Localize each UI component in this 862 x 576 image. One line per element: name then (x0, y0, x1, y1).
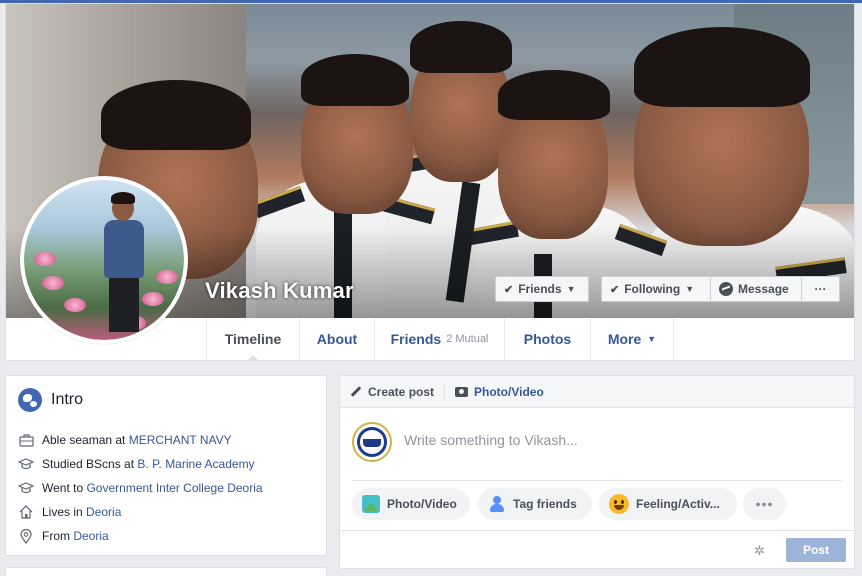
more-options-button[interactable]: ··· (801, 276, 840, 302)
intro-item-link[interactable]: MERCHANT NAVY (129, 433, 232, 447)
graduation-cap-icon (18, 480, 34, 496)
intro-title: Intro (51, 391, 84, 408)
graduation-cap-icon (18, 456, 34, 472)
location-pin-icon (18, 528, 34, 544)
camera-icon (455, 386, 468, 397)
photo-video-button-label: Photo/Video (387, 497, 457, 511)
caret-down-icon: ▼ (647, 334, 657, 344)
tab-friends-label: Friends (390, 331, 442, 347)
tab-timeline[interactable]: Timeline (206, 318, 299, 361)
composer-avatar (352, 422, 392, 462)
friends-button-label: Friends (518, 282, 562, 296)
tab-about-label: About (316, 331, 358, 347)
intro-item-went-to: Went to Government Inter College Deoria (18, 480, 263, 496)
intro-item-link[interactable]: Government Inter College Deoria (86, 481, 262, 495)
tab-create-post-label: Create post (368, 384, 435, 399)
tag-friends-button-label: Tag friends (513, 497, 577, 511)
profile-avatar[interactable] (20, 176, 188, 344)
following-button-label: Following (624, 282, 681, 296)
tab-create-post[interactable]: Create post (350, 376, 434, 407)
intro-item-link[interactable]: Deoria (86, 505, 121, 519)
tag-person-icon (488, 495, 506, 513)
tab-photos[interactable]: Photos (504, 318, 590, 360)
caret-down-icon: ▼ (685, 284, 695, 294)
intro-item-text: Able seaman at (42, 433, 129, 447)
feeling-activity-button[interactable]: Feeling/Activ... (599, 488, 737, 520)
composer-divider (352, 480, 842, 481)
home-icon (18, 504, 34, 520)
post-composer: Create post Photo/Video Write something … (339, 375, 855, 569)
intro-item-from: From Deoria (18, 528, 109, 544)
checkmark-icon: ✔ (504, 283, 514, 296)
post-button[interactable]: Post (786, 538, 846, 562)
intro-item-text: Lives in (42, 505, 87, 519)
intro-item-link[interactable]: B. P. Marine Academy (137, 457, 254, 471)
tab-photo-video-label: Photo/Video (474, 384, 544, 399)
intro-item-lives-in: Lives in Deoria (18, 504, 121, 520)
intro-item-studied: Studied BScns at B. P. Marine Academy (18, 456, 255, 472)
post-button-label: Post (802, 543, 829, 557)
briefcase-icon (18, 432, 34, 448)
tab-timeline-label: Timeline (224, 331, 282, 347)
tab-more-label: More (607, 331, 642, 347)
tab-divider (444, 385, 445, 399)
messenger-icon (719, 282, 733, 296)
mutual-friends-count: 2 Mutual (446, 333, 489, 345)
tab-friends[interactable]: Friends 2 Mutual (374, 318, 504, 360)
next-sidebar-card (5, 567, 327, 576)
more-composer-options-button[interactable]: ••• (743, 488, 786, 520)
tab-more[interactable]: More ▼ (590, 318, 674, 360)
pencil-icon (350, 386, 362, 397)
intro-item-link[interactable]: Deoria (73, 529, 108, 543)
intro-item-work: Able seaman at MERCHANT NAVY (18, 432, 232, 448)
profile-name[interactable]: Vikash Kumar (205, 278, 354, 304)
tab-about[interactable]: About (299, 318, 374, 360)
smiley-icon (609, 494, 629, 514)
checkmark-icon: ✔ (610, 283, 620, 296)
photo-icon (362, 495, 380, 513)
ellipsis-icon: ••• (755, 496, 774, 512)
ellipsis-icon: ··· (814, 282, 827, 296)
globe-icon (18, 388, 42, 412)
message-button[interactable]: Message (710, 276, 802, 302)
photo-video-button[interactable]: Photo/Video (352, 488, 470, 520)
composer-footer: ✲ Post (340, 530, 854, 568)
intro-item-text: From (42, 529, 74, 543)
composer-tabs: Create post Photo/Video (340, 376, 854, 408)
audience-settings-icon[interactable]: ✲ (754, 543, 765, 559)
feeling-activity-button-label: Feeling/Activ... (636, 497, 720, 511)
message-button-label: Message (738, 282, 789, 296)
intro-item-text: Went to (42, 481, 87, 495)
caret-down-icon: ▼ (566, 284, 576, 294)
intro-card: Intro Able seaman at MERCHANT NAVY Studi… (5, 375, 327, 556)
intro-header: Intro (18, 388, 83, 412)
following-button[interactable]: ✔ Following ▼ (601, 276, 711, 302)
tab-photo-video[interactable]: Photo/Video (455, 376, 544, 407)
friends-button[interactable]: ✔ Friends ▼ (495, 276, 589, 302)
avatar-image (24, 180, 184, 340)
composer-input[interactable]: Write something to Vikash... (404, 432, 578, 448)
tag-friends-button[interactable]: Tag friends (478, 488, 592, 520)
tab-photos-label: Photos (523, 331, 572, 347)
intro-item-text: Studied BScns at (42, 457, 138, 471)
